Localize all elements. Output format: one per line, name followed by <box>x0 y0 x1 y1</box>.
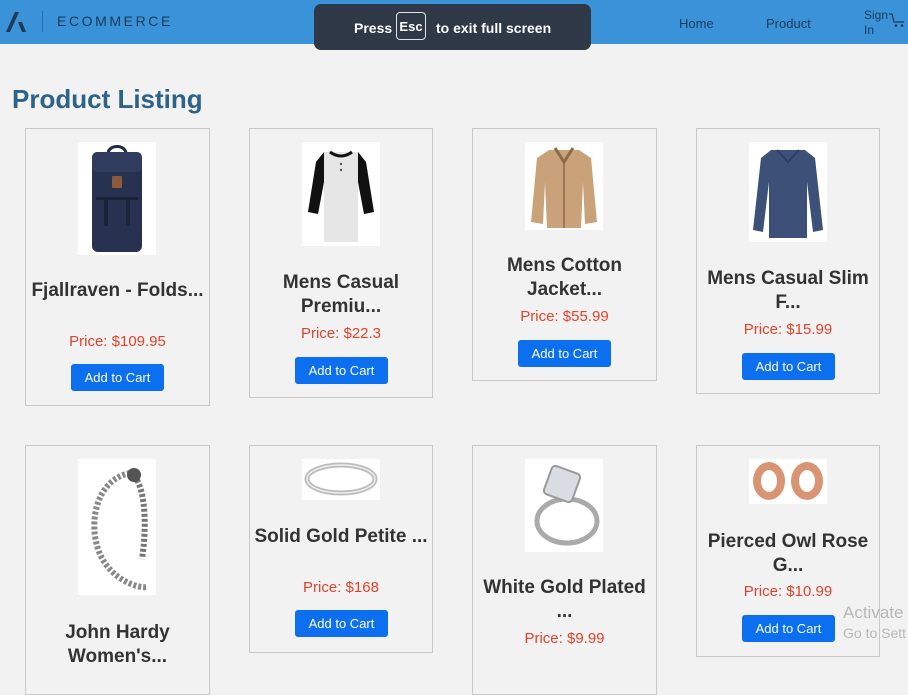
product-name[interactable]: Mens Casual Slim F... <box>697 267 879 315</box>
product-image-backpack[interactable] <box>78 142 156 255</box>
product-name[interactable]: Solid Gold Petite ... <box>250 525 432 549</box>
product-price: Price: $10.99 <box>743 583 833 600</box>
product-price: Price: $55.99 <box>520 308 609 325</box>
product-image-jacket[interactable] <box>525 142 603 230</box>
watermark-line1: Activate <box>843 603 904 622</box>
product-card: Mens Casual Premiu... Price: $22.3 Add t… <box>249 128 433 398</box>
esc-key-badge: Esc <box>396 12 426 40</box>
product-price: Price: $22.3 <box>300 325 382 342</box>
product-card: White Gold Plated ... Price: $9.99 <box>472 445 657 695</box>
product-price: Price: $168 <box>303 579 379 596</box>
product-image-plugs[interactable] <box>749 459 827 504</box>
product-image-diamond-ring[interactable] <box>525 459 603 552</box>
product-image-long-sleeve-shirt[interactable] <box>749 142 827 242</box>
product-image-bracelet[interactable] <box>78 459 156 595</box>
product-card: John Hardy Women's... <box>25 445 210 695</box>
brand-name[interactable]: ECOMMERCE <box>57 13 173 29</box>
product-card: Fjallraven - Folds... Price: $109.95 Add… <box>25 128 210 406</box>
activation-watermark: Activate Go to Sett <box>843 603 906 643</box>
product-image-tshirt[interactable] <box>302 142 380 246</box>
banner-exit-text: to exit full screen <box>436 20 552 36</box>
fullscreen-exit-banner: Press Esc to exit full screen <box>314 4 591 50</box>
add-to-cart-button[interactable]: Add to Cart <box>742 615 835 642</box>
logo-divider <box>42 11 43 32</box>
nav-home-link[interactable]: Home <box>679 16 714 31</box>
product-card: Solid Gold Petite ... Price: $168 Add to… <box>249 445 433 653</box>
product-name[interactable]: Fjallraven - Folds... <box>26 279 209 303</box>
brand-logo-icon[interactable] <box>6 12 28 32</box>
product-price: Price: $15.99 <box>743 321 833 338</box>
add-to-cart-button[interactable]: Add to Cart <box>295 610 388 637</box>
banner-press-text: Press <box>354 20 393 36</box>
nav-product-link[interactable]: Product <box>766 16 811 31</box>
product-price: Price: $109.95 <box>69 333 166 350</box>
product-name[interactable]: Pierced Owl Rose G... <box>697 530 879 578</box>
product-name[interactable]: White Gold Plated ... <box>473 576 656 624</box>
add-to-cart-button[interactable]: Add to Cart <box>295 357 388 384</box>
add-to-cart-button[interactable]: Add to Cart <box>518 340 611 367</box>
add-to-cart-button[interactable]: Add to Cart <box>71 364 164 391</box>
product-name[interactable]: John Hardy Women's... <box>26 621 209 669</box>
add-to-cart-button[interactable]: Add to Cart <box>742 353 835 380</box>
product-price: Price: $9.99 <box>524 630 605 647</box>
product-card: Mens Cotton Jacket... Price: $55.99 Add … <box>472 128 657 381</box>
watermark-line2: Go to Sett <box>843 625 907 641</box>
product-card: Mens Casual Slim F... Price: $15.99 Add … <box>696 128 880 394</box>
product-name[interactable]: Mens Casual Premiu... <box>250 271 432 319</box>
product-name[interactable]: Mens Cotton Jacket... <box>473 254 656 302</box>
page-title: Product Listing <box>12 84 203 114</box>
product-image-ring[interactable] <box>302 459 380 500</box>
cart-icon[interactable] <box>889 12 907 28</box>
